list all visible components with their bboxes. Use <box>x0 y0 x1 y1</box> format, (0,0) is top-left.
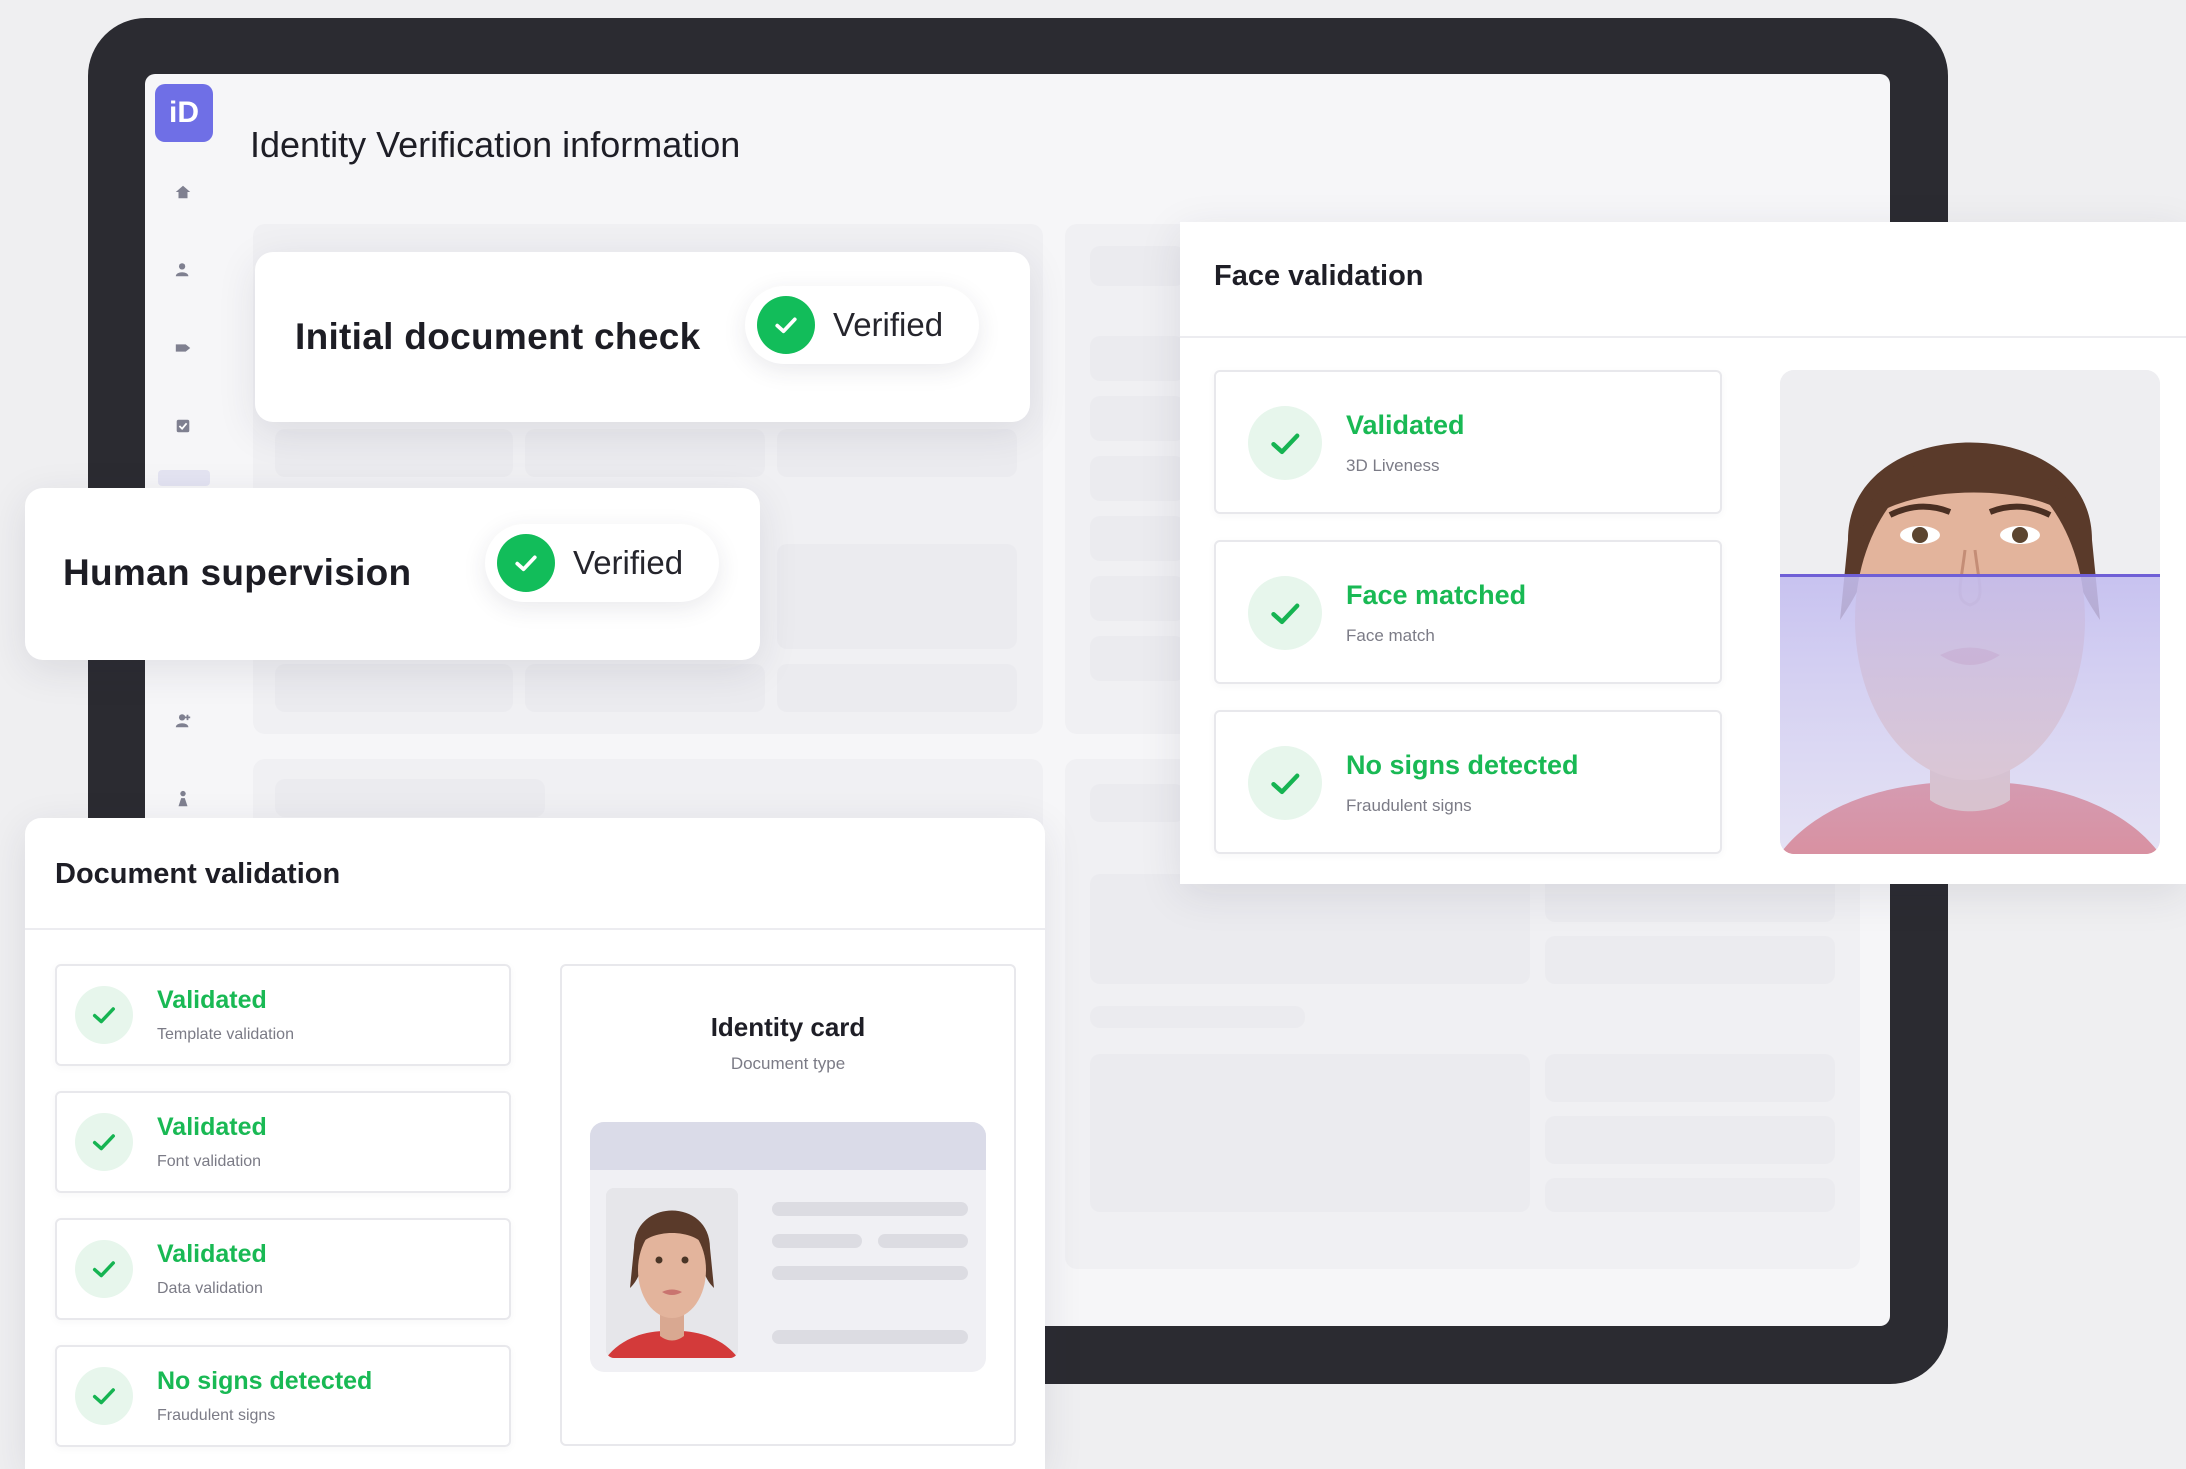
face-validation-panel: Face validation Validated 3D Liveness Fa… <box>1180 222 2186 884</box>
id-text-line <box>772 1330 968 1344</box>
item-title: Validated <box>157 986 267 1014</box>
document-name: Identity card <box>710 1012 866 1042</box>
skeleton-row <box>1090 456 1185 501</box>
skeleton-row <box>525 664 765 712</box>
document-validation-item: Validated Data validation <box>55 1218 511 1320</box>
id-card-illustration <box>590 1122 986 1372</box>
check-icon <box>75 1367 133 1425</box>
item-subtitle: Data validation <box>157 1280 263 1297</box>
skeleton-row <box>1090 246 1185 286</box>
item-title: Validated <box>157 1240 267 1268</box>
tag-icon[interactable] <box>172 337 194 359</box>
initial-check-status-badge: Verified <box>745 286 980 364</box>
checklist-icon[interactable] <box>172 415 194 437</box>
skeleton-row <box>1545 1116 1835 1164</box>
status-label: Verified <box>573 544 684 581</box>
face-scan-image <box>1780 370 2160 854</box>
skeleton-row <box>1090 396 1185 441</box>
document-validation-item: Validated Template validation <box>55 964 511 1066</box>
skeleton-row <box>275 429 513 477</box>
skeleton-row <box>275 779 545 817</box>
check-icon <box>75 1113 133 1171</box>
face-validation-title: Face validation <box>1214 260 1424 292</box>
item-subtitle: 3D Liveness <box>1346 456 1440 475</box>
panel-divider <box>1180 336 2186 338</box>
identity-card-box: Identity card Document type <box>560 964 1016 1446</box>
check-icon <box>1248 576 1322 650</box>
check-icon <box>1248 746 1322 820</box>
initial-check-title: Initial document check <box>295 316 701 357</box>
item-title: No signs detected <box>157 1367 373 1395</box>
item-subtitle: Fraudulent signs <box>157 1407 276 1424</box>
skeleton-row <box>1090 516 1185 561</box>
face-illustration <box>1780 370 2160 854</box>
check-icon <box>1248 406 1322 480</box>
human-supervision-status-badge: Verified <box>485 524 720 602</box>
page-title: Identity Verification information <box>250 124 741 165</box>
person-icon[interactable] <box>172 788 194 810</box>
item-title: No signs detected <box>1346 750 1579 780</box>
face-validation-item: Face matched Face match <box>1214 540 1722 684</box>
initial-document-check-card: Initial document check Verified <box>255 252 1030 422</box>
check-icon <box>75 1240 133 1298</box>
item-subtitle: Face match <box>1346 626 1435 645</box>
check-circle-icon <box>497 534 555 592</box>
user-icon[interactable] <box>172 259 194 281</box>
item-subtitle: Template validation <box>157 1026 294 1043</box>
document-validation-item: Validated Font validation <box>55 1091 511 1193</box>
skeleton-row <box>1090 636 1185 681</box>
id-text-line <box>878 1234 968 1248</box>
add-user-icon[interactable] <box>172 710 194 732</box>
check-icon <box>75 986 133 1044</box>
document-type-label: Document type <box>730 1054 846 1073</box>
human-supervision-card: Human supervision Verified <box>25 488 760 660</box>
skeleton-row <box>1545 936 1835 984</box>
skeleton-row <box>1090 1006 1305 1028</box>
skeleton-row <box>1545 1178 1835 1212</box>
document-validation-item: No signs detected Fraudulent signs <box>55 1345 511 1447</box>
skeleton-row <box>1545 1054 1835 1102</box>
skeleton-row <box>1090 784 1185 822</box>
skeleton-row <box>275 664 513 712</box>
id-text-line <box>772 1202 968 1216</box>
face-validation-item: No signs detected Fraudulent signs <box>1214 710 1722 854</box>
skeleton-row <box>1090 336 1185 381</box>
document-validation-panel: Document validation Validated Template v… <box>25 818 1045 1469</box>
skeleton-row <box>777 664 1017 712</box>
sidebar-active-indicator <box>158 470 210 486</box>
home-icon[interactable] <box>172 181 194 203</box>
skeleton-row <box>777 429 1017 477</box>
item-subtitle: Font validation <box>157 1153 262 1170</box>
item-title: Validated <box>157 1113 267 1141</box>
skeleton-row <box>1090 874 1530 984</box>
human-supervision-title: Human supervision <box>63 552 412 593</box>
id-photo <box>606 1188 738 1358</box>
skeleton-row <box>777 544 1017 649</box>
skeleton-row <box>525 429 765 477</box>
item-title: Validated <box>1346 410 1465 440</box>
skeleton-row <box>1090 1054 1530 1212</box>
item-title: Face matched <box>1346 580 1527 610</box>
document-validation-title: Document validation <box>55 858 341 890</box>
check-circle-icon <box>757 296 815 354</box>
face-validation-item: Validated 3D Liveness <box>1214 370 1722 514</box>
item-subtitle: Fraudulent signs <box>1346 796 1472 815</box>
panel-divider <box>25 928 1045 930</box>
id-text-line <box>772 1266 968 1280</box>
skeleton-row <box>1090 576 1185 621</box>
id-text-line <box>772 1234 862 1248</box>
status-label: Verified <box>833 306 944 343</box>
app-logo[interactable]: iD <box>155 84 213 142</box>
id-card-header-bar <box>590 1122 986 1170</box>
